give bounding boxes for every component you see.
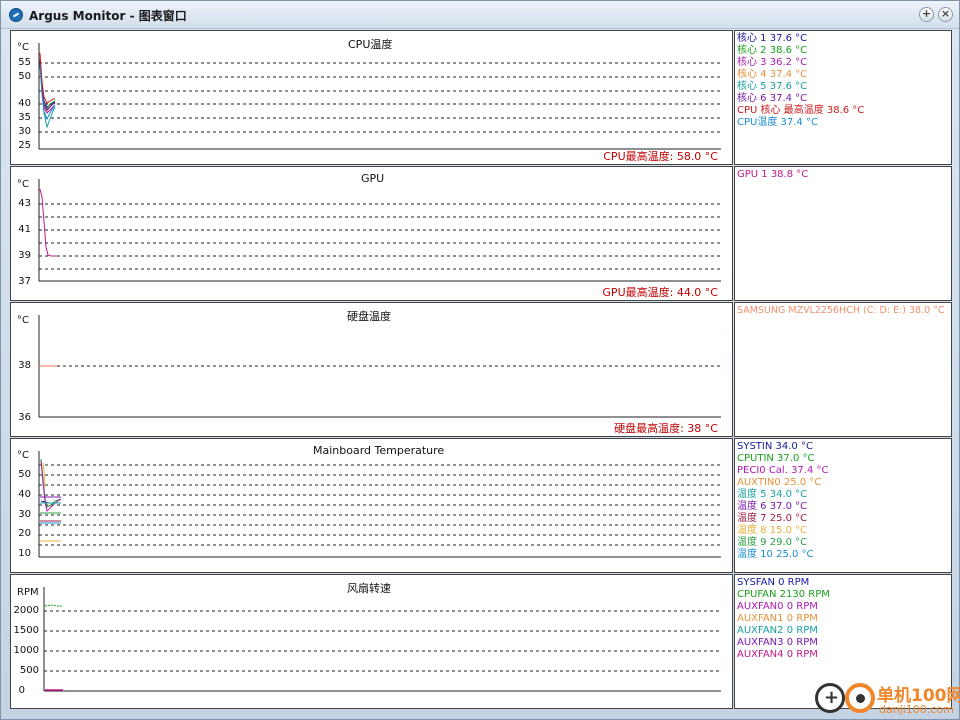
gpu-plot-area bbox=[38, 179, 721, 282]
legend-item: CPUTIN 37.0 °C bbox=[737, 453, 815, 464]
legend-item: 温度 8 15.0 °C bbox=[737, 525, 808, 536]
legend-item: 核心 6 37.4 °C bbox=[737, 93, 808, 104]
disk-legend: SAMSUNG MZVL2256HCH (C: D: E:) 38.0 °C bbox=[734, 302, 952, 437]
mainboard-plot-area bbox=[38, 451, 721, 558]
legend-item: 核心 2 38.6 °C bbox=[737, 45, 808, 56]
gpu-legend: GPU 1 38.8 °C bbox=[734, 166, 952, 301]
legend-item: AUXFAN0 0 RPM bbox=[737, 601, 818, 612]
legend-item: 温度 5 34.0 °C bbox=[737, 489, 808, 500]
cpu-plot-area bbox=[38, 43, 721, 150]
legend-item: AUXTIN0 25.0 °C bbox=[737, 477, 822, 488]
title-bar[interactable]: Argus Monitor - 图表窗口 + × bbox=[1, 1, 959, 29]
dot-icon bbox=[856, 694, 865, 703]
cpu-temperature-chart: CPU温度 °C 55 50 40 35 30 25 CPU最高温度: 58.0… bbox=[10, 30, 733, 165]
legend-item: CPU温度 37.4 °C bbox=[737, 117, 818, 128]
fan-speed-chart: 风扇转速 RPM 2000 1500 1000 500 0 bbox=[10, 574, 733, 709]
close-icon[interactable]: × bbox=[938, 7, 953, 22]
legend-item: 核心 3 36.2 °C bbox=[737, 57, 808, 68]
cputin-line bbox=[40, 458, 62, 508]
site-watermark: + 单机100网 danji100.com bbox=[815, 679, 960, 720]
disk-max-temperature-label: 硬盘最高温度: 38 °C bbox=[614, 422, 718, 435]
cpu-legend: 核心 1 37.6 °C 核心 2 38.6 °C 核心 3 36.2 °C 核… bbox=[734, 30, 952, 165]
cpufan-line bbox=[44, 604, 63, 607]
mainboard-legend: SYSTIN 34.0 °C CPUTIN 37.0 °C PECI0 Cal.… bbox=[734, 438, 952, 573]
legend-item: CPUFAN 2130 RPM bbox=[737, 589, 830, 600]
disk-temperature-chart: 硬盘温度 °C 38 36 硬盘最高温度: 38 °C bbox=[10, 302, 733, 437]
gpu-temperature-chart: GPU °C 43 41 39 37 GPU最高温度: 44.0 °C bbox=[10, 166, 733, 301]
legend-item: 温度 6 37.0 °C bbox=[737, 501, 808, 512]
window-title: Argus Monitor - 图表窗口 bbox=[29, 9, 187, 23]
legend-item: 温度 7 25.0 °C bbox=[737, 513, 808, 524]
disk-plot-area bbox=[38, 315, 721, 418]
mainboard-temperature-chart: Mainboard Temperature °C 50 40 30 20 10 bbox=[10, 438, 733, 573]
cpu-max-temperature-label: CPU最高温度: 58.0 °C bbox=[603, 150, 718, 163]
legend-item: SAMSUNG MZVL2256HCH (C: D: E:) 38.0 °C bbox=[737, 305, 945, 316]
legend-item: 温度 9 29.0 °C bbox=[737, 537, 808, 548]
legend-item: AUXFAN4 0 RPM bbox=[737, 649, 818, 660]
watermark-subtext: danji100.com bbox=[879, 703, 954, 716]
gpu1-line bbox=[39, 188, 57, 257]
expand-icon[interactable]: + bbox=[919, 7, 934, 22]
argus-app-icon bbox=[9, 8, 23, 22]
legend-item: AUXFAN1 0 RPM bbox=[737, 613, 818, 624]
legend-item: SYSFAN 0 RPM bbox=[737, 577, 810, 588]
legend-item: 核心 5 37.6 °C bbox=[737, 81, 808, 92]
legend-item: AUXFAN3 0 RPM bbox=[737, 637, 818, 648]
legend-item: SYSTIN 34.0 °C bbox=[737, 441, 813, 452]
argus-monitor-window: Argus Monitor - 图表窗口 + × CPU温度 °C 55 50 … bbox=[0, 0, 960, 720]
legend-item: CPU 核心 最高温度 38.6 °C bbox=[737, 105, 865, 116]
legend-item: AUXFAN2 0 RPM bbox=[737, 625, 818, 636]
legend-item: PECI0 Cal. 37.4 °C bbox=[737, 465, 829, 476]
gpu-max-temperature-label: GPU最高温度: 44.0 °C bbox=[602, 286, 718, 299]
legend-item: 核心 4 37.4 °C bbox=[737, 69, 808, 80]
fan-plot-area bbox=[43, 587, 721, 692]
legend-item: 核心 1 37.6 °C bbox=[737, 33, 808, 44]
legend-item: 温度 10 25.0 °C bbox=[737, 549, 814, 560]
legend-item: GPU 1 38.8 °C bbox=[737, 169, 809, 180]
plus-glyph: + bbox=[824, 687, 840, 708]
